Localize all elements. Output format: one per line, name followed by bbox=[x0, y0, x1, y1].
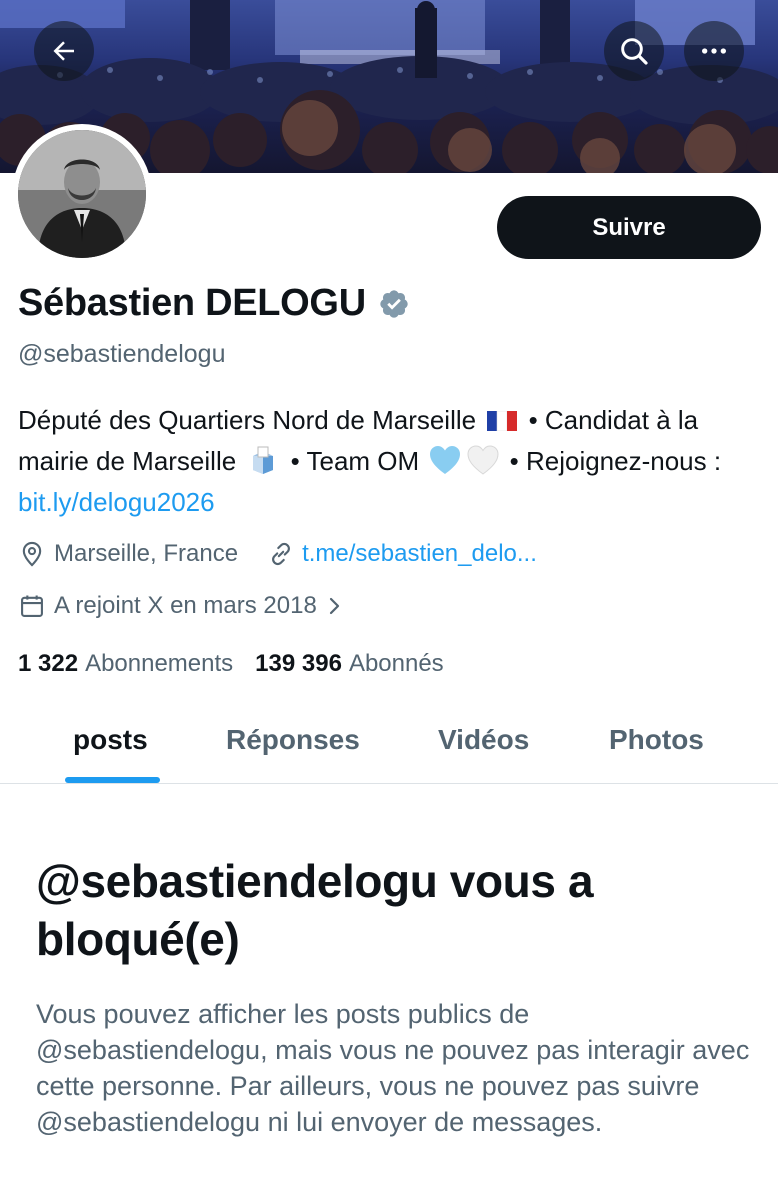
more-button[interactable] bbox=[684, 21, 744, 81]
profile-url[interactable]: t.me/sebastien_delo... bbox=[268, 540, 537, 568]
location-text: Marseille, France bbox=[54, 540, 239, 567]
back-arrow-icon bbox=[53, 41, 74, 61]
more-icon bbox=[702, 48, 726, 54]
profile-meta-row: Marseille, France t.me/sebastien_delo... bbox=[18, 540, 537, 568]
search-icon bbox=[621, 38, 648, 65]
tab-posts[interactable]: posts bbox=[73, 724, 148, 756]
france-flag-icon bbox=[487, 402, 518, 432]
following-count: 1 322 bbox=[18, 650, 79, 677]
back-button[interactable] bbox=[34, 21, 94, 81]
ballot-box-icon bbox=[247, 444, 279, 476]
profile-name-row: Sébastien DELOGU bbox=[18, 282, 410, 325]
tab-replies[interactable]: Réponses bbox=[226, 724, 360, 756]
tab-photos[interactable]: Photos bbox=[609, 724, 704, 756]
bio-text-4: • Rejoignez-nous : bbox=[502, 446, 722, 476]
blocked-title: @sebastiendelogu vous a bloqué(e) bbox=[36, 855, 594, 965]
following-link[interactable]: 1 322 Abonnements bbox=[18, 650, 233, 678]
verified-icon[interactable] bbox=[378, 288, 410, 320]
avatar-photo bbox=[18, 130, 146, 258]
link-icon bbox=[268, 541, 294, 567]
follow-counts: 1 322 Abonnements 139 396 Abonnés bbox=[18, 650, 466, 678]
profile-avatar[interactable] bbox=[12, 124, 152, 264]
chevron-right-icon bbox=[325, 594, 345, 618]
calendar-icon bbox=[18, 592, 46, 620]
follow-button[interactable]: Suivre bbox=[497, 196, 761, 259]
display-name: Sébastien DELOGU bbox=[18, 282, 366, 324]
profile-tabs: posts Réponses Vidéos Photos bbox=[0, 700, 778, 784]
following-label: Abonnements bbox=[85, 650, 234, 677]
active-tab-indicator bbox=[65, 777, 160, 783]
tab-videos[interactable]: Vidéos bbox=[438, 724, 529, 756]
blocked-description: Vous pouvez afficher les posts publics d… bbox=[36, 999, 750, 1137]
followers-link[interactable]: 139 396 Abonnés bbox=[255, 650, 444, 678]
followers-count: 139 396 bbox=[255, 650, 342, 677]
white-heart-icon bbox=[466, 444, 500, 476]
bio-text-1: Député des Quartiers Nord de Marseille bbox=[18, 405, 477, 435]
bio-link[interactable]: bit.ly/delogu2026 bbox=[18, 487, 215, 517]
followers-label: Abonnés bbox=[348, 650, 444, 677]
light-blue-heart-icon bbox=[428, 444, 462, 476]
location-icon bbox=[18, 540, 46, 568]
profile-handle: @sebastiendelogu bbox=[18, 340, 226, 368]
bio-text-3: • Team OM bbox=[283, 446, 420, 476]
profile-joined-row[interactable]: A rejoint X en mars 2018 bbox=[18, 592, 353, 620]
profile-bio: Député des Quartiers Nord de Marseille •… bbox=[18, 400, 763, 523]
search-button[interactable] bbox=[604, 21, 664, 81]
joined-text: A rejoint X en mars 2018 bbox=[54, 592, 317, 619]
url-text[interactable]: t.me/sebastien_delo... bbox=[302, 540, 537, 568]
